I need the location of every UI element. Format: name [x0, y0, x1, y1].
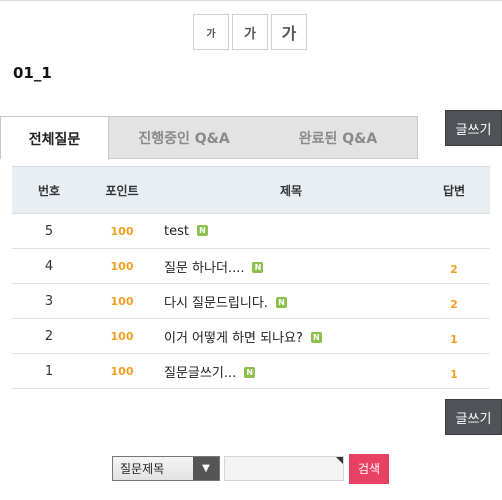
top-divider [0, 0, 502, 1]
row-number: 3 [12, 283, 86, 319]
page-title: 01_1 [13, 64, 52, 82]
header-answer: 답변 [418, 166, 490, 214]
new-badge-icon: N [252, 261, 264, 273]
table-header-row: 번호 포인트 제목 답변 [12, 166, 490, 214]
search-field-select-value: 질문제목 [120, 462, 165, 476]
row-answer-count: 2 [418, 248, 490, 284]
search-bar: 질문제목 ▼ 검색 [112, 453, 389, 484]
tab-completed[interactable]: 완료된 Q&A [259, 117, 417, 158]
row-answer-count: 2 [418, 283, 490, 319]
new-badge-icon: N [196, 224, 208, 236]
font-size-medium-button[interactable]: 가 [232, 14, 268, 50]
row-number: 1 [12, 353, 86, 389]
search-button[interactable]: 검색 [349, 453, 389, 484]
table-row[interactable]: 4 100 질문 하나더.... N 2 [12, 248, 490, 284]
font-size-large-button[interactable]: 가 [271, 14, 307, 50]
new-badge-icon: N [244, 366, 256, 378]
row-title-link[interactable]: 질문 하나더.... [164, 261, 244, 276]
row-number: 5 [12, 213, 86, 249]
row-title-link[interactable]: 이거 어떻게 하면 되나요? [164, 331, 303, 346]
new-badge-icon: N [310, 331, 322, 343]
row-title-cell: 질문글쓰기... N [158, 353, 418, 389]
row-title-link[interactable]: 다시 질문드립니다. [164, 296, 268, 311]
header-point: 포인트 [86, 166, 158, 214]
write-button-top[interactable]: 글쓰기 [445, 110, 502, 146]
tab-in-progress[interactable]: 진행중인 Q&A [109, 117, 259, 158]
new-badge-icon: N [275, 296, 287, 308]
input-corner-icon [336, 457, 343, 464]
row-answer-count: 1 [418, 353, 490, 389]
question-table: 번호 포인트 제목 답변 5 100 test N 4 100 질문 하나더...… [12, 166, 490, 389]
table-row[interactable]: 2 100 이거 어떻게 하면 되나요? N 1 [12, 318, 490, 354]
row-title-cell: 다시 질문드립니다. N [158, 283, 418, 319]
header-number: 번호 [12, 166, 86, 214]
font-size-small-button[interactable]: 가 [193, 14, 229, 50]
font-size-controls: 가 가 가 [193, 14, 307, 50]
search-input[interactable] [224, 456, 344, 481]
row-title-cell: 이거 어떻게 하면 되나요? N [158, 318, 418, 354]
row-answer-count: 1 [418, 318, 490, 354]
row-point: 100 [86, 283, 158, 319]
chevron-down-icon: ▼ [193, 457, 219, 480]
row-answer-count [418, 213, 490, 249]
table-row[interactable]: 5 100 test N [12, 213, 490, 249]
table-row[interactable]: 1 100 질문글쓰기... N 1 [12, 353, 490, 389]
row-point: 100 [86, 248, 158, 284]
row-number: 4 [12, 248, 86, 284]
row-title-link[interactable]: test [164, 224, 189, 239]
row-point: 100 [86, 213, 158, 249]
row-title-cell: 질문 하나더.... N [158, 248, 418, 284]
tab-all-questions[interactable]: 전체질문 [1, 117, 109, 160]
row-title-link[interactable]: 질문글쓰기... [164, 366, 236, 381]
header-title: 제목 [158, 166, 418, 214]
tab-bar: 전체질문 진행중인 Q&A 완료된 Q&A [0, 116, 418, 160]
row-point: 100 [86, 353, 158, 389]
search-field-select[interactable]: 질문제목 ▼ [112, 456, 220, 481]
row-point: 100 [86, 318, 158, 354]
row-number: 2 [12, 318, 86, 354]
table-row[interactable]: 3 100 다시 질문드립니다. N 2 [12, 283, 490, 319]
write-button-bottom[interactable]: 글쓰기 [445, 399, 502, 435]
row-title-cell: test N [158, 213, 418, 249]
